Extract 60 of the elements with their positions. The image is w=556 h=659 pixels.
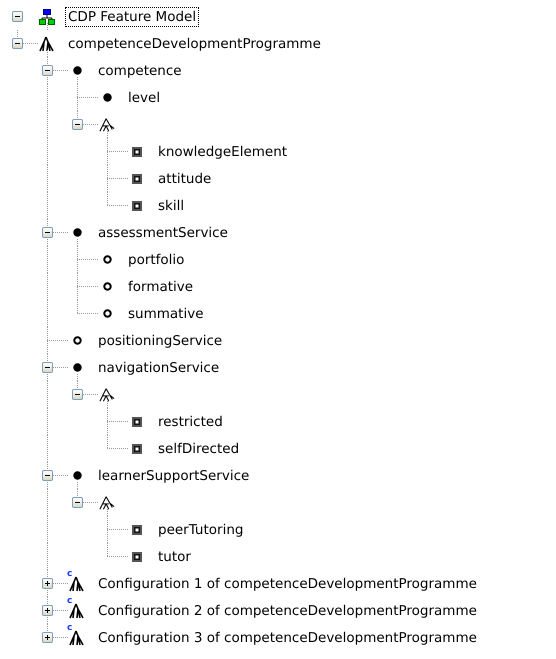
ring-icon <box>72 336 82 345</box>
config-badge: c <box>67 624 72 633</box>
ring-icon <box>102 255 112 264</box>
hierarchy-icon <box>39 8 55 24</box>
collapse-button[interactable] <box>72 497 83 508</box>
tree-item[interactable]: assessmentService <box>95 222 231 242</box>
tree-item[interactable]: attitude <box>155 168 214 188</box>
collapse-button[interactable] <box>12 11 23 22</box>
tree-item[interactable]: Configuration 3 of competenceDevelopmentProgramme <box>95 628 480 648</box>
dot-icon <box>72 363 82 372</box>
collapse-button[interactable] <box>42 470 53 481</box>
square-icon <box>132 416 142 426</box>
tree-item[interactable]: formative <box>125 276 196 296</box>
expand-button[interactable] <box>42 578 53 589</box>
tree-item[interactable]: knowledgeElement <box>155 142 290 162</box>
ring-icon <box>102 282 112 291</box>
tree-item[interactable]: portfolio <box>125 250 188 270</box>
collapse-button[interactable] <box>12 38 23 49</box>
tree-item[interactable]: Configuration 1 of competenceDevelopmentProgramme <box>95 574 480 594</box>
square-icon <box>132 444 142 454</box>
square-icon <box>132 200 142 210</box>
tree-item[interactable]: CDP Feature Model <box>65 6 200 26</box>
tree-item[interactable]: tutor <box>155 546 194 566</box>
fork-icon <box>99 386 115 402</box>
config-badge: c <box>67 597 72 606</box>
expand-button[interactable] <box>42 632 53 643</box>
config-badge: c <box>67 570 72 579</box>
tree-item[interactable]: peerTutoring <box>155 520 246 540</box>
fork-icon <box>99 494 115 510</box>
collapse-button[interactable] <box>72 389 83 400</box>
collapse-button[interactable] <box>42 362 53 373</box>
tree-item[interactable]: selfDirected <box>155 438 242 458</box>
tree-item[interactable]: competenceDevelopmentProgramme <box>65 34 324 54</box>
tree-item[interactable]: level <box>125 88 164 108</box>
fork-icon <box>99 116 115 132</box>
square-icon <box>132 552 142 562</box>
collapse-button[interactable] <box>72 119 83 130</box>
dot-icon <box>72 228 82 237</box>
dot-icon <box>72 471 82 480</box>
tree-item[interactable]: summative <box>125 304 207 324</box>
ring-icon <box>102 309 112 318</box>
collapse-button[interactable] <box>42 65 53 76</box>
collapse-button[interactable] <box>42 227 53 238</box>
dot-icon <box>102 93 112 102</box>
tree-item[interactable]: skill <box>155 196 188 216</box>
tree-item[interactable]: navigationService <box>95 358 222 378</box>
expand-button[interactable] <box>42 605 53 616</box>
tree-item[interactable]: positioningService <box>95 330 226 350</box>
dot-icon <box>72 66 82 75</box>
branch-icon <box>39 36 55 52</box>
branch-icon <box>69 576 85 592</box>
tree-item[interactable]: learnerSupportService <box>95 466 252 486</box>
tree-item[interactable]: competence <box>95 60 185 80</box>
tree-item[interactable]: Configuration 2 of competenceDevelopmentProgramme <box>95 600 480 620</box>
branch-icon <box>69 602 85 618</box>
tree-item[interactable]: restricted <box>155 412 226 432</box>
square-icon <box>132 146 142 156</box>
branch-icon <box>69 630 85 646</box>
square-icon <box>132 524 142 534</box>
square-icon <box>132 174 142 184</box>
